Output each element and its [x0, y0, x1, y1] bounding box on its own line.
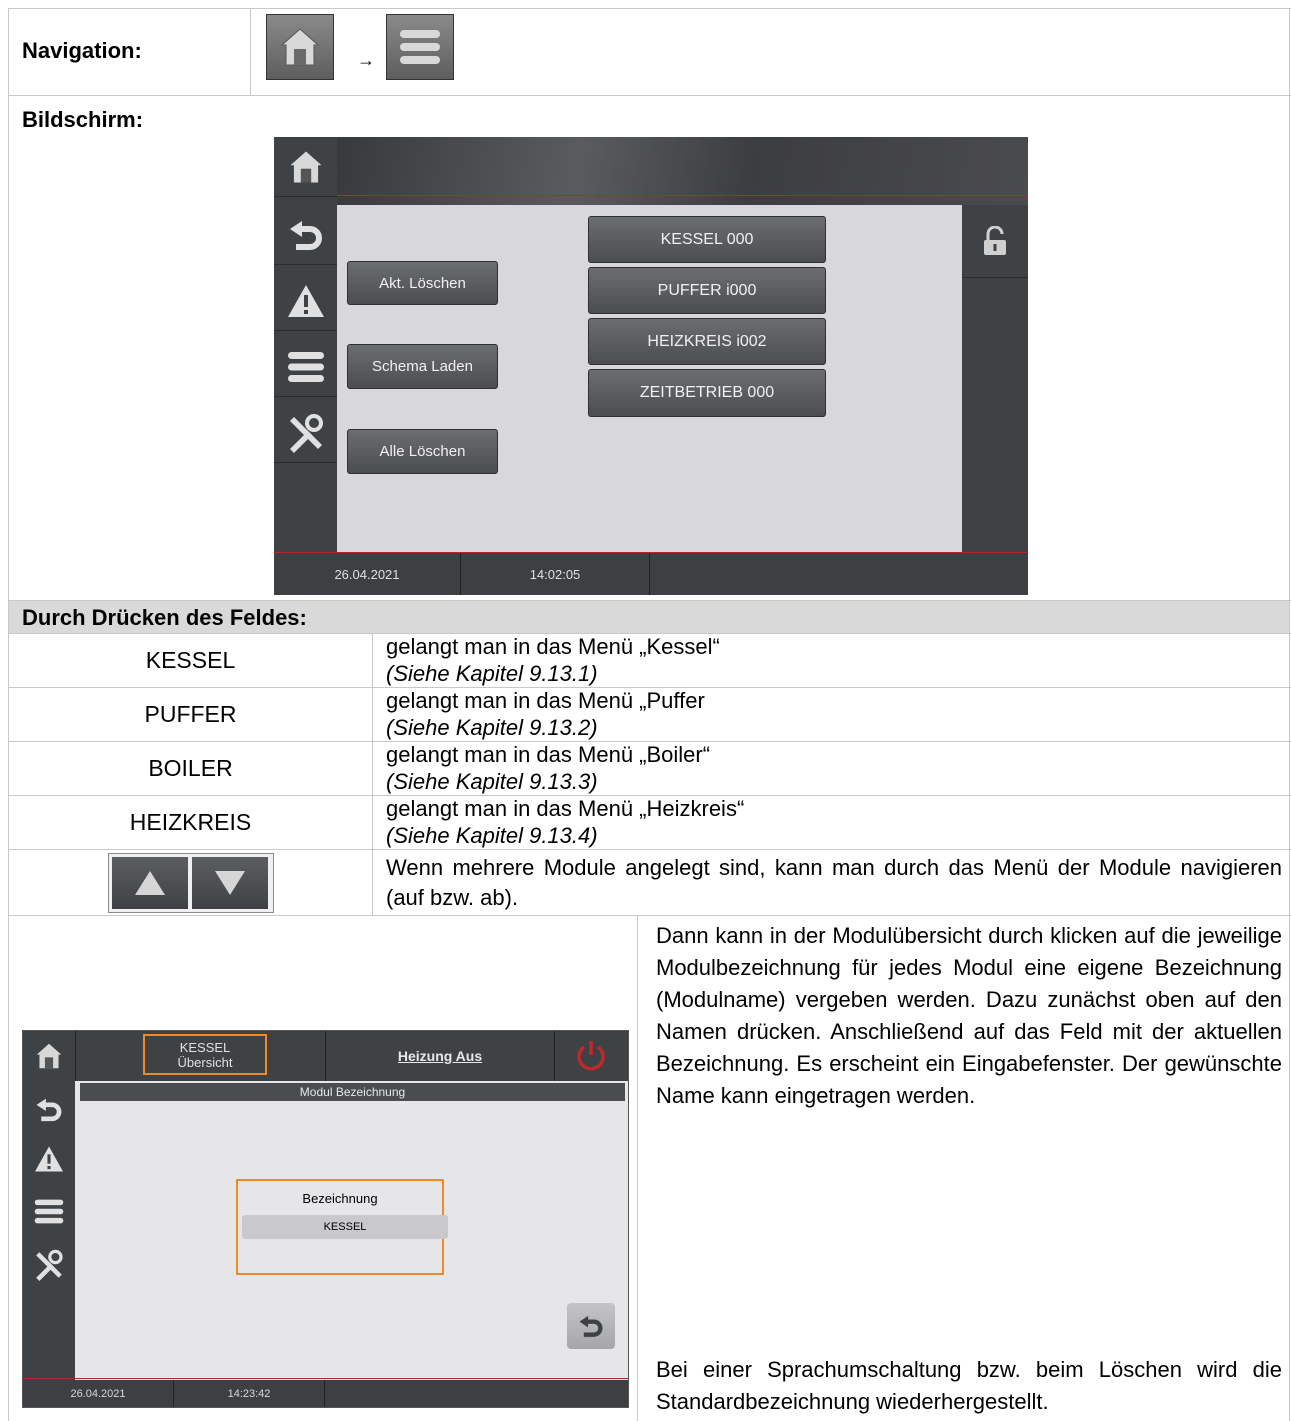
description-paragraph-1: Dann kann in der Modulübersicht durch kl…	[656, 923, 1282, 1108]
field-kessel: KESSEL	[145, 647, 236, 673]
field-boiler: BOILER	[148, 755, 233, 781]
row-puffer-text: gelangt man in das Menü „Puffer	[386, 688, 705, 713]
module-button-kessel[interactable]: KESSEL 000	[588, 216, 826, 263]
module-button-zeitbetrieb[interactable]: ZEITBETRIEB 000	[588, 369, 826, 417]
row-kessel-ref: (Siehe Kapitel 9.13.1)	[386, 661, 598, 686]
row-heizkreis-ref: (Siehe Kapitel 9.13.4)	[386, 823, 598, 848]
header-bar: Heizung Aus KESSEL Übersicht	[23, 1031, 628, 1081]
sidebar-home[interactable]	[23, 1031, 75, 1081]
screen-module-overview: Akt. Löschen Schema Laden Alle Löschen K…	[274, 137, 1028, 595]
status-bar: 26.04.2021 14:02:05	[274, 553, 1028, 595]
tools-icon	[36, 1249, 63, 1281]
heating-status-label: Heizung Aus	[397, 1048, 483, 1064]
module-subtitle: Übersicht	[177, 1054, 233, 1070]
sidebar-back[interactable]	[23, 1086, 75, 1132]
back-icon	[36, 1098, 62, 1121]
row-puffer-ref: (Siehe Kapitel 9.13.2)	[386, 715, 598, 740]
sidebar-menu[interactable]	[23, 1188, 75, 1234]
module-button-heizkreis[interactable]: HEIZKREIS i002	[588, 318, 826, 365]
heating-status[interactable]: Heizung Aus	[325, 1031, 555, 1081]
warning-icon	[287, 284, 324, 317]
arrow-up-icon	[135, 871, 165, 895]
clear-all-button[interactable]: Alle Löschen	[347, 429, 498, 474]
name-value-field[interactable]: KESSEL	[242, 1215, 448, 1239]
right-strip	[962, 205, 1028, 552]
nav-home-button	[266, 14, 334, 80]
field-puffer: PUFFER	[144, 701, 237, 727]
tools-icon	[289, 413, 323, 453]
screen-label: Bildschirm:	[22, 107, 144, 132]
name-edit-box: Bezeichnung KESSEL	[236, 1179, 448, 1275]
panel-title: Modul Bezeichnung	[80, 1083, 625, 1101]
arrow-down-icon	[215, 871, 245, 895]
load-schema-button[interactable]: Schema Laden	[347, 344, 498, 389]
field-heizkreis: HEIZKREIS	[129, 809, 252, 835]
status-date: 26.04.2021	[274, 553, 461, 595]
screen-module-name: Heizung Aus KESSEL Übersicht Modul Bezei…	[22, 1030, 629, 1408]
status-date: 26.04.2021	[23, 1380, 174, 1407]
menu-icon	[400, 30, 440, 64]
row-kessel-text: gelangt man in das Menü „Kessel“	[386, 634, 720, 659]
menu-icon	[34, 1199, 64, 1223]
back-icon	[289, 220, 322, 250]
module-title: KESSEL	[179, 1039, 231, 1055]
module-button-puffer[interactable]: PUFFER i000	[588, 267, 826, 314]
sidebar-back[interactable]	[274, 205, 337, 265]
module-name-header[interactable]: KESSEL Übersicht	[143, 1034, 267, 1075]
sidebar-tools[interactable]	[23, 1242, 75, 1288]
clear-current-button[interactable]: Akt. Löschen	[347, 261, 498, 305]
unlock-icon	[984, 226, 1006, 255]
home-icon	[36, 1043, 62, 1069]
menu-icon	[287, 351, 324, 382]
arrow-down-button[interactable]	[192, 857, 268, 909]
row-heizkreis-text: gelangt man in das Menü „Heizkreis“	[386, 796, 745, 821]
warning-icon	[35, 1146, 63, 1172]
arrow-up-button[interactable]	[112, 857, 188, 909]
nav-menu-button	[386, 14, 454, 80]
sidebar-tools[interactable]	[274, 403, 337, 463]
sidebar-warning[interactable]	[274, 271, 337, 331]
status-bar: 26.04.2021 14:23:42	[23, 1380, 628, 1407]
home-icon	[280, 28, 320, 66]
back-button[interactable]	[567, 1303, 615, 1349]
row-boiler-ref: (Siehe Kapitel 9.13.3)	[386, 769, 598, 794]
power-icon	[577, 1041, 605, 1071]
unlock-button[interactable]	[962, 205, 1028, 278]
status-time: 14:02:05	[461, 553, 650, 595]
power-button[interactable]	[563, 1037, 619, 1075]
description-paragraph-2: Bei einer Sprachumschaltung bzw. beim Lö…	[656, 1357, 1282, 1414]
back-icon	[579, 1315, 603, 1337]
sidebar-menu[interactable]	[274, 337, 337, 397]
sidebar	[274, 137, 337, 595]
navigation-label: Navigation:	[22, 38, 142, 63]
home-icon	[289, 150, 322, 183]
sidebar-warning[interactable]	[23, 1136, 75, 1182]
status-time: 14:23:42	[174, 1380, 325, 1407]
box-label: Bezeichnung	[302, 1191, 378, 1206]
arrow-buttons	[108, 853, 274, 913]
press-heading: Durch Drücken des Feldes:	[22, 605, 307, 630]
nav-arrow: →	[357, 50, 375, 70]
arrows-row-text: Wenn mehrere Module angelegt sind, kann …	[386, 855, 1282, 910]
row-boiler-text: gelangt man in das Menü „Boiler“	[386, 742, 711, 767]
sidebar-home[interactable]	[274, 137, 337, 197]
